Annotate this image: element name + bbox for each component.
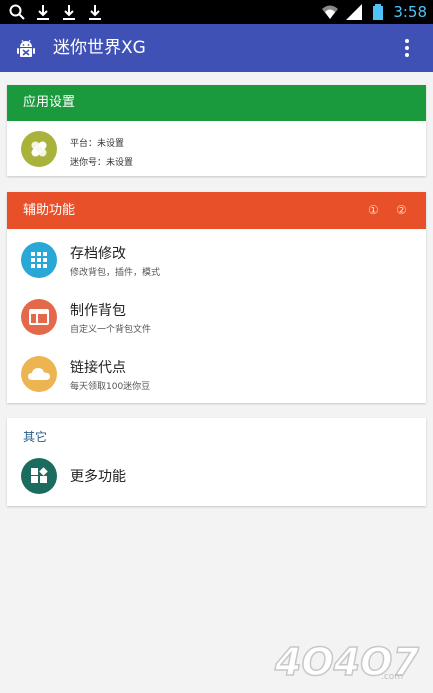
more-vert-icon[interactable] bbox=[395, 36, 419, 60]
list-item-make-bag[interactable]: 制作背包 自定义一个背包文件 bbox=[7, 289, 426, 345]
assist-header: 辅助功能 ① ② bbox=[7, 192, 426, 229]
window-icon bbox=[29, 309, 49, 325]
download-icon bbox=[89, 5, 101, 20]
badge-two-icon[interactable]: ② bbox=[396, 192, 407, 229]
grid-icon bbox=[31, 252, 47, 268]
more-functions-icon-circle bbox=[21, 458, 57, 494]
app-settings-icon-circle bbox=[21, 131, 57, 167]
platform-line: 平台：未设置 bbox=[70, 139, 125, 149]
clock: 3:58 bbox=[393, 3, 427, 21]
list-item-link-click[interactable]: 链接代点 每天领取100迷你豆 bbox=[7, 346, 426, 402]
link-click-subtitle: 每天领取100迷你豆 bbox=[70, 382, 151, 392]
wifi-icon bbox=[322, 5, 339, 19]
save-edit-subtitle: 修改背包，插件，模式 bbox=[70, 268, 161, 278]
cloud-icon bbox=[28, 368, 50, 380]
mini-id-line: 迷你号：未设置 bbox=[70, 158, 134, 168]
badge-one-icon[interactable]: ① bbox=[368, 192, 379, 229]
other-card: 其它 更多功能 bbox=[7, 418, 426, 506]
make-bag-subtitle: 自定义一个背包文件 bbox=[70, 325, 152, 335]
make-bag-icon-circle bbox=[21, 299, 57, 335]
app-settings-card: 应用设置 平台：未设置 迷你号：未设置 bbox=[7, 85, 426, 176]
assist-card: 辅助功能 ① ② 存档修改 修改背包，插件，模式 制作背包 自定义一个背包文件 bbox=[7, 192, 426, 403]
bandage-icon bbox=[31, 141, 47, 157]
signal-icon bbox=[346, 4, 363, 20]
widgets-icon bbox=[31, 467, 48, 483]
svg-text:.com: .com bbox=[381, 672, 403, 682]
save-edit-icon-circle bbox=[21, 242, 57, 278]
download-icon bbox=[37, 5, 49, 20]
make-bag-title: 制作背包 bbox=[70, 303, 126, 319]
save-edit-title: 存档修改 bbox=[70, 246, 126, 262]
app-settings-header: 应用设置 bbox=[7, 85, 426, 121]
download-icon bbox=[63, 5, 75, 20]
app-title: 迷你世界XG bbox=[53, 38, 146, 58]
app-settings-header-title: 应用设置 bbox=[23, 95, 76, 110]
battery-icon bbox=[373, 4, 384, 20]
other-section-title: 其它 bbox=[23, 430, 48, 444]
search-icon bbox=[9, 4, 25, 20]
more-functions-title: 更多功能 bbox=[70, 469, 126, 485]
link-click-title: 链接代点 bbox=[70, 360, 126, 376]
status-bar: 3:58 bbox=[0, 0, 433, 24]
app-bar: 迷你世界XG bbox=[0, 24, 433, 72]
link-click-icon-circle bbox=[21, 356, 57, 392]
assist-header-title: 辅助功能 bbox=[23, 203, 76, 218]
android-icon bbox=[17, 39, 35, 57]
app-settings-row[interactable]: 平台：未设置 迷你号：未设置 bbox=[7, 121, 426, 176]
list-item-save-edit[interactable]: 存档修改 修改背包，插件，模式 bbox=[7, 232, 426, 288]
site-watermark-logo: 4O4O7 .com bbox=[273, 639, 420, 683]
list-item-more-functions[interactable]: 更多功能 bbox=[7, 448, 426, 504]
